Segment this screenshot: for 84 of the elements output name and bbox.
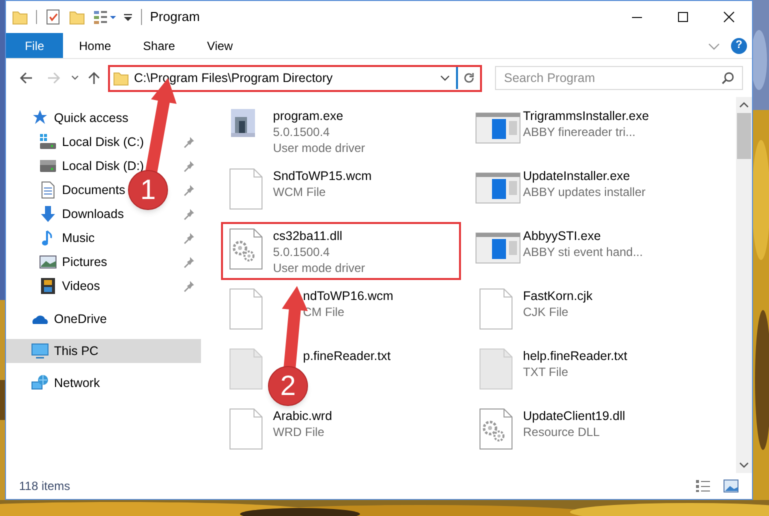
- ribbon-tab[interactable]: Share: [127, 33, 192, 58]
- close-icon[interactable]: [723, 11, 735, 23]
- file-detail: TXT File: [523, 364, 570, 380]
- sidebar-label: This PC: [54, 342, 98, 360]
- file-detail: ABBY sti event hand...: [523, 244, 643, 260]
- landscape-picture-icon: [39, 253, 57, 271]
- pin-icon[interactable]: [183, 256, 195, 268]
- pin-icon[interactable]: [183, 280, 195, 292]
- sidebar-label: Music: [62, 230, 95, 247]
- address-path: C:\Program Files\Program Directory: [134, 70, 333, 87]
- sidebar-label: Network: [54, 374, 100, 392]
- file-name[interactable]: program.exe: [273, 108, 366, 124]
- sidebar-item[interactable]: Documents: [6, 178, 130, 202]
- file-name[interactable]: UpdateClient19.dll: [523, 408, 626, 424]
- file-detail: WCM File: [273, 184, 327, 200]
- file-name[interactable]: ndToWP16.wcm: [303, 288, 394, 304]
- details-view-button[interactable]: [695, 479, 711, 493]
- file-name[interactable]: TrigrammsInstaller.exe: [523, 108, 649, 124]
- file-name[interactable]: UpdateInstaller.exe: [523, 168, 646, 184]
- scrollbar[interactable]: [736, 97, 752, 473]
- file-name[interactable]: Arabic.wrd: [273, 408, 332, 424]
- file-detail: WRD File: [273, 424, 326, 440]
- sidebar-item[interactable]: Videos: [6, 274, 104, 298]
- search-icon: [721, 71, 735, 85]
- sidebar-item[interactable]: Local Disk (C:): [6, 130, 148, 154]
- ribbon-tab[interactable]: Home: [63, 33, 128, 58]
- folder-icon: [113, 70, 129, 86]
- file-detail: CJK File: [523, 304, 570, 320]
- sidebar-label: OneDrive: [54, 310, 107, 328]
- sidebar-item[interactable]: Quick access: [6, 106, 132, 130]
- file-name[interactable]: FastKorn.cjk: [523, 288, 592, 304]
- file-detail: 5.0.1500.4: [273, 244, 331, 260]
- file-name[interactable]: help.fineReader.txt: [523, 348, 628, 364]
- file-tab[interactable]: File: [6, 33, 63, 58]
- file-detail: User mode driver: [273, 140, 366, 156]
- refresh-button[interactable]: [462, 71, 476, 85]
- pin-icon[interactable]: [183, 160, 195, 172]
- download-arrow-icon: [39, 205, 57, 223]
- file-name[interactable]: p.fineReader.txt: [303, 348, 391, 364]
- sidebar-item[interactable]: Pictures: [6, 250, 112, 274]
- view-options-icon[interactable]: [93, 9, 117, 25]
- file-detail: ABBY finereader tri...: [523, 124, 636, 140]
- sidebar-label: Videos: [62, 278, 100, 295]
- sidebar-label: Documents: [62, 182, 126, 199]
- sidebar-item[interactable]: Downloads: [6, 202, 128, 226]
- large-icons-view-button[interactable]: [723, 479, 739, 493]
- sidebar-item[interactable]: Network: [6, 371, 104, 395]
- drive-icon: [39, 133, 57, 151]
- file-detail: ABBY updates installer: [523, 184, 646, 200]
- sidebar-label: Quick access: [54, 110, 128, 127]
- file-detail: User mode driver: [273, 260, 366, 276]
- document-icon: [39, 181, 57, 199]
- properties-icon[interactable]: [45, 9, 61, 25]
- file-name[interactable]: AbbyySTI.exe: [523, 228, 643, 244]
- scroll-thumb[interactable]: [737, 113, 751, 159]
- pin-icon[interactable]: [183, 232, 195, 244]
- file-detail: Resource DLL: [523, 424, 601, 440]
- film-icon: [39, 277, 57, 295]
- up-button[interactable]: [86, 70, 102, 86]
- search-field[interactable]: Search Program: [495, 66, 743, 90]
- sidebar-label: Downloads: [62, 206, 124, 223]
- sidebar-label: Pictures: [62, 254, 108, 271]
- pin-icon[interactable]: [183, 208, 195, 220]
- star-icon: [31, 109, 49, 127]
- item-count: 118 items: [19, 478, 70, 495]
- window-title: Program: [150, 8, 200, 26]
- sidebar-item[interactable]: Music: [6, 226, 99, 250]
- file-name[interactable]: cs32ba11.dll: [273, 228, 366, 244]
- pin-icon[interactable]: [183, 184, 195, 196]
- maximize-icon[interactable]: [677, 11, 689, 23]
- file-detail: 5.0.1500.4: [273, 124, 331, 140]
- back-button[interactable]: [18, 70, 34, 86]
- address-bar[interactable]: C:\Program Files\Program Directory: [108, 64, 482, 92]
- help-button[interactable]: ?: [731, 38, 747, 54]
- drive-icon: [39, 157, 57, 175]
- sidebar-item[interactable]: This PC: [6, 339, 201, 363]
- minimize-icon[interactable]: [631, 16, 643, 18]
- file-name[interactable]: SndToWP15.wcm: [273, 168, 372, 184]
- pin-icon[interactable]: [183, 136, 195, 148]
- monitor-icon: [31, 342, 49, 360]
- sidebar-item[interactable]: OneDrive: [6, 307, 111, 331]
- ribbon-tab[interactable]: View: [191, 33, 249, 58]
- network-globe-icon: [31, 374, 49, 392]
- sidebar-label: Local Disk (C:): [62, 134, 144, 151]
